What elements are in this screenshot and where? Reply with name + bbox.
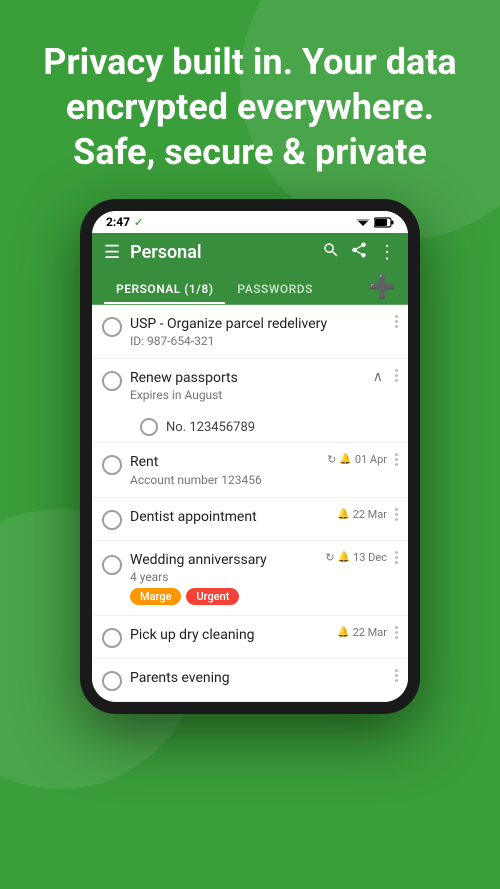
item-menu-dots[interactable] — [395, 369, 398, 382]
task-subtitle: ID: 987-654-321 — [130, 334, 387, 348]
list-item: Renew passports Expires in August ∧ — [92, 359, 408, 412]
tag-merge[interactable]: Marge — [130, 588, 181, 605]
task-tags: Marge Urgent — [130, 588, 317, 605]
phone-frame: 2:47 ✓ — [80, 199, 420, 714]
bell-icon: 🔔 — [339, 454, 351, 465]
task-checkbox[interactable] — [102, 371, 122, 391]
list-item: Pick up dry cleaning 🔔 22 Mar — [92, 616, 408, 659]
list-item: Rent Account number 123456 ↻ 🔔 01 Apr — [92, 443, 408, 497]
search-icon[interactable] — [322, 241, 340, 264]
task-title: Wedding anniverssary — [130, 551, 317, 569]
sync-icon: ↻ — [325, 551, 334, 564]
task-date: 🔔 22 Mar — [337, 508, 387, 521]
task-content: Wedding anniverssary 4 years Marge Urgen… — [130, 551, 317, 605]
tab-passwords[interactable]: PASSWORDS — [225, 272, 325, 304]
list-item: USP - Organize parcel redelivery ID: 987… — [92, 305, 408, 359]
task-title: Dentist appointment — [130, 508, 329, 526]
item-menu-dots[interactable] — [395, 453, 398, 466]
task-meta-right: ↻ 🔔 13 Dec — [325, 551, 387, 564]
sub-task-title: No. 123456789 — [166, 420, 398, 435]
hero-section: Privacy built in. Your data encrypted ev… — [0, 0, 500, 199]
phone-mockup: 2:47 ✓ — [0, 199, 500, 714]
task-date: 🔔 22 Mar — [337, 626, 387, 639]
item-menu-dots[interactable] — [395, 551, 398, 564]
add-item-button[interactable]: ➕ — [369, 277, 396, 299]
app-toolbar: ☰ Personal ⋮ — [92, 233, 408, 272]
item-menu-dots[interactable] — [395, 669, 398, 682]
status-icons — [355, 216, 394, 228]
task-title: Renew passports — [130, 369, 361, 387]
task-title: Pick up dry cleaning — [130, 626, 329, 644]
hero-title: Privacy built in. Your data encrypted ev… — [30, 40, 470, 175]
status-bar: 2:47 ✓ — [92, 211, 408, 233]
task-checkbox[interactable] — [102, 555, 122, 575]
bell-icon: 🔔 — [337, 509, 349, 520]
item-menu-dots[interactable] — [395, 508, 398, 521]
list-item: Parents evening — [92, 659, 408, 702]
list-item: Dentist appointment 🔔 22 Mar — [92, 498, 408, 541]
task-meta-right: 🔔 22 Mar — [337, 508, 387, 521]
sub-task-checkbox[interactable] — [140, 418, 158, 436]
task-subtitle: Account number 123456 — [130, 473, 319, 487]
task-subtitle: 4 years — [130, 570, 317, 584]
task-meta-right: 🔔 22 Mar — [337, 626, 387, 639]
bell-icon: 🔔 — [337, 627, 349, 638]
task-title: Parents evening — [130, 669, 387, 687]
task-list: USP - Organize parcel redelivery ID: 987… — [92, 305, 408, 702]
task-title: USP - Organize parcel redelivery — [130, 315, 387, 333]
tab-personal[interactable]: PERSONAL (1/8) — [104, 272, 225, 304]
menu-icon[interactable]: ☰ — [104, 242, 120, 263]
task-checkbox[interactable] — [102, 628, 122, 648]
task-checkbox[interactable] — [102, 510, 122, 530]
list-item: Wedding anniverssary 4 years Marge Urgen… — [92, 541, 408, 616]
status-check: ✓ — [134, 216, 143, 229]
collapse-button[interactable]: ∧ — [369, 369, 387, 385]
share-icon[interactable] — [350, 241, 368, 264]
task-title: Rent — [130, 453, 319, 471]
task-checkbox[interactable] — [102, 455, 122, 475]
task-content: Renew passports Expires in August — [130, 369, 361, 402]
wifi-icon — [355, 216, 371, 228]
task-content: Rent Account number 123456 — [130, 453, 319, 486]
task-content: Pick up dry cleaning — [130, 626, 329, 644]
status-time: 2:47 — [106, 215, 130, 229]
phone-screen: 2:47 ✓ — [92, 211, 408, 702]
task-subtitle: Expires in August — [130, 388, 361, 402]
battery-icon — [374, 217, 394, 228]
task-date: ↻ 🔔 01 Apr — [327, 453, 387, 466]
item-menu-dots[interactable] — [395, 626, 398, 639]
sync-icon: ↻ — [327, 453, 336, 466]
task-content: USP - Organize parcel redelivery ID: 987… — [130, 315, 387, 348]
more-icon[interactable]: ⋮ — [378, 242, 396, 263]
task-checkbox[interactable] — [102, 317, 122, 337]
toolbar-title: Personal — [130, 242, 312, 263]
item-menu-dots[interactable] — [395, 315, 398, 328]
task-content: Dentist appointment — [130, 508, 329, 526]
tag-urgent[interactable]: Urgent — [186, 588, 239, 605]
task-checkbox[interactable] — [102, 671, 122, 691]
sub-list-item: No. 123456789 — [92, 412, 408, 443]
task-date: ↻ 🔔 13 Dec — [325, 551, 387, 564]
tab-bar: PERSONAL (1/8) PASSWORDS ➕ — [92, 272, 408, 305]
task-content: Parents evening — [130, 669, 387, 687]
bell-icon: 🔔 — [338, 552, 350, 563]
task-meta-right: ↻ 🔔 01 Apr — [327, 453, 387, 466]
